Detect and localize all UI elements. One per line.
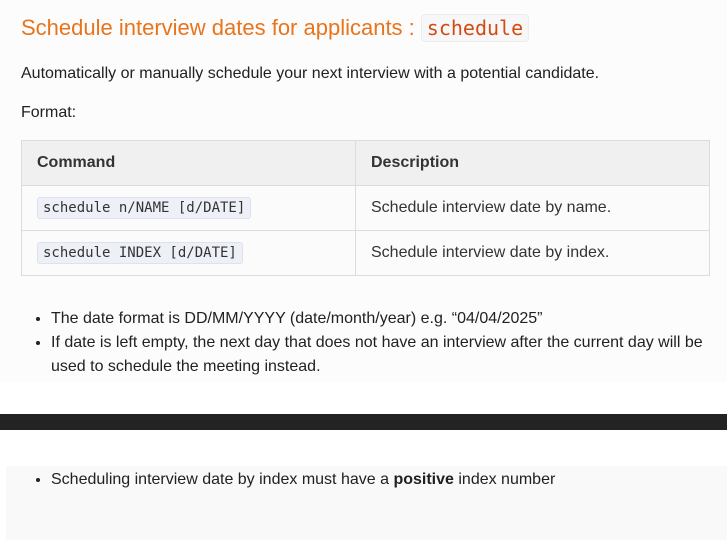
format-label: Format: [21, 104, 77, 121]
command-table: Command Description schedule n/NAME [d/D… [21, 140, 710, 276]
command-code: schedule INDEX [d/DATE] [37, 242, 243, 264]
intro-text: Automatically or manually schedule your … [21, 65, 600, 82]
list-item: If date is left empty, the next day that… [51, 331, 711, 379]
description-cell: Schedule interview date by index. [355, 230, 710, 276]
list-item: Scheduling interview date by index must … [51, 468, 711, 492]
command-cell: schedule n/NAME [d/DATE] [21, 185, 356, 231]
table-row: schedule INDEX [d/DATE] Schedule intervi… [21, 230, 710, 276]
command-code: schedule n/NAME [d/DATE] [37, 197, 252, 219]
note-after: index number [458, 471, 556, 488]
title-code: schedule [420, 14, 530, 42]
section-title: Schedule interview dates for applicants … [21, 14, 530, 42]
bottom-notes-list: Scheduling interview date by index must … [21, 468, 711, 492]
divider-bar [0, 414, 727, 430]
table-row: schedule n/NAME [d/DATE] Schedule interv… [21, 185, 710, 231]
table-header-row: Command Description [21, 140, 710, 186]
list-item: The date format is DD/MM/YYYY (date/mont… [51, 307, 711, 331]
description-header: Description [355, 140, 710, 186]
command-header: Command [21, 140, 356, 186]
notes-list: The date format is DD/MM/YYYY (date/mont… [21, 307, 711, 379]
description-cell: Schedule interview date by name. [355, 185, 710, 231]
title-text: Schedule interview dates for applicants … [21, 15, 415, 40]
command-cell: schedule INDEX [d/DATE] [21, 230, 356, 276]
note-bold: positive [393, 471, 454, 488]
note-before: Scheduling interview date by index must … [51, 471, 389, 488]
